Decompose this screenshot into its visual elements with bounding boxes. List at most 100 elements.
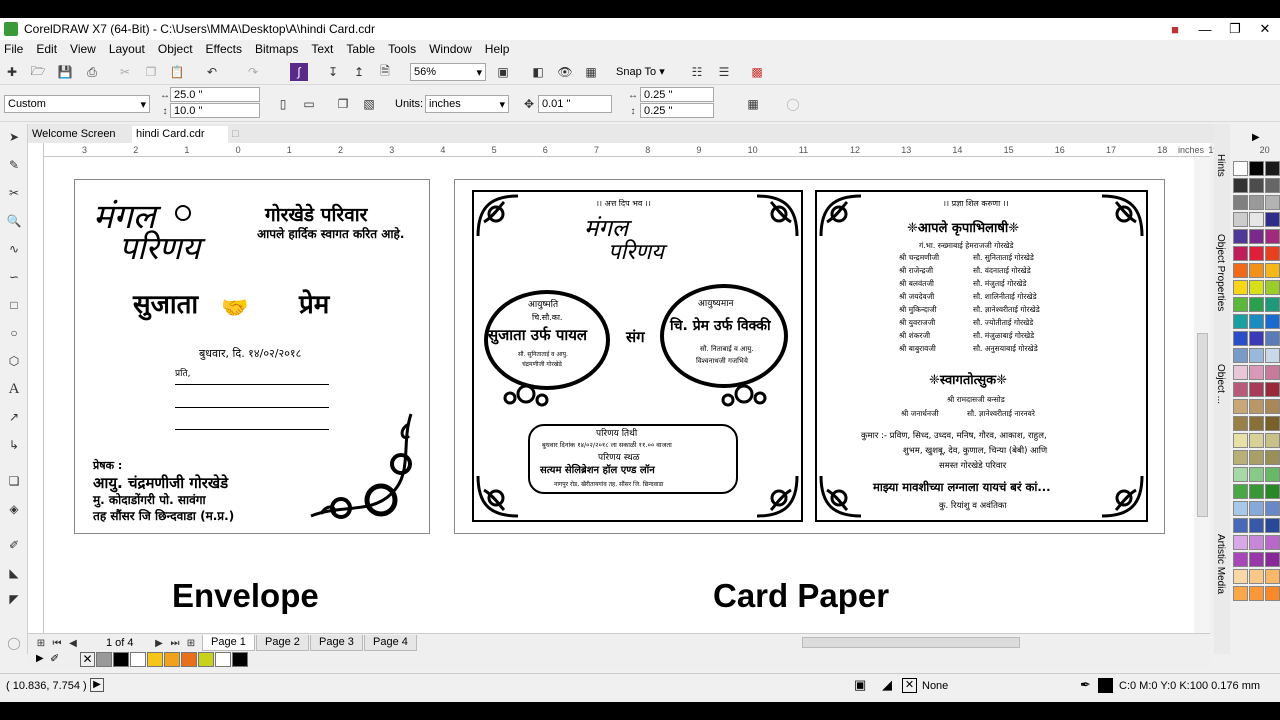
palette-swatch[interactable] <box>1249 416 1264 431</box>
palette-swatch[interactable] <box>1249 450 1264 465</box>
launch-icon[interactable]: ▩ <box>748 63 766 81</box>
minimize-button[interactable]: — <box>1190 20 1220 38</box>
user-icon[interactable]: ■ <box>1160 20 1190 38</box>
new-icon[interactable]: ✚ <box>3 63 21 81</box>
color-proof-icon[interactable]: ▣ <box>854 677 866 693</box>
palette-swatch[interactable] <box>1265 416 1280 431</box>
palette-swatch[interactable] <box>1249 229 1264 244</box>
transparency-tool-icon[interactable]: ◈ <box>5 500 23 518</box>
menu-edit[interactable]: Edit <box>36 42 57 56</box>
palette-swatch[interactable] <box>1233 552 1248 567</box>
palette-swatch[interactable] <box>1249 433 1264 448</box>
palette-swatch[interactable] <box>1265 229 1280 244</box>
drawing-scale-icon[interactable]: ◯ <box>784 95 802 113</box>
treat-as-filled-icon[interactable]: ▦ <box>744 95 762 113</box>
palette-swatch[interactable] <box>1233 501 1248 516</box>
palette-swatch[interactable] <box>1249 501 1264 516</box>
page-tab-1[interactable]: Page 1 <box>202 635 255 651</box>
palette-swatch[interactable] <box>1265 297 1280 312</box>
palette-swatch[interactable] <box>1249 212 1264 227</box>
save-icon[interactable]: 💾 <box>56 63 74 81</box>
palette-swatch[interactable] <box>1249 467 1264 482</box>
zoom-tool-icon[interactable]: 🔍 <box>5 212 23 230</box>
palette-swatch[interactable] <box>1233 450 1248 465</box>
document-palette-swatch[interactable] <box>113 652 129 667</box>
palette-swatch[interactable] <box>1265 212 1280 227</box>
units-dropdown[interactable]: inches ▾ <box>425 95 509 113</box>
palette-swatch[interactable] <box>1233 467 1248 482</box>
document-palette-swatch[interactable] <box>96 652 112 667</box>
export-icon[interactable]: ↥ <box>350 63 368 81</box>
palette-swatch[interactable] <box>1265 552 1280 567</box>
publish-pdf-icon[interactable]: 🗎 <box>376 63 394 81</box>
menu-table[interactable]: Table <box>346 42 375 56</box>
card-left-panel[interactable]: ।। अत्त दिप भव ।। मंगल परिणय आयुष्मति चि… <box>472 190 803 522</box>
palette-swatch[interactable] <box>1233 331 1248 346</box>
text-tool-icon[interactable]: A <box>5 380 23 398</box>
palette-swatch[interactable] <box>1265 484 1280 499</box>
vertical-scroll-thumb[interactable] <box>1197 333 1208 517</box>
palette-swatch[interactable] <box>1265 331 1280 346</box>
add-tool-icon[interactable]: ◯ <box>5 634 23 652</box>
paste-icon[interactable]: 📋 <box>168 63 186 81</box>
landscape-icon[interactable]: ▭ <box>300 95 318 113</box>
menu-tools[interactable]: Tools <box>388 42 416 56</box>
menu-effects[interactable]: Effects <box>206 42 242 56</box>
polygon-tool-icon[interactable]: ⬡ <box>5 352 23 370</box>
palette-swatch[interactable] <box>1233 433 1248 448</box>
pick-tool-icon[interactable]: ➤ <box>5 128 23 146</box>
open-icon[interactable]: 🗁 <box>29 63 47 81</box>
page-tab-2[interactable]: Page 2 <box>256 635 309 651</box>
palette-swatch[interactable] <box>1249 399 1264 414</box>
freehand-tool-icon[interactable]: ∿ <box>5 240 23 258</box>
document-palette-swatch[interactable] <box>181 652 197 667</box>
restore-button[interactable]: ❐ <box>1220 20 1250 38</box>
palette-swatch[interactable] <box>1249 178 1264 193</box>
docker-artistic-media[interactable]: Artistic Media <box>1215 534 1226 594</box>
no-color-swatch[interactable]: ✕ <box>80 652 95 667</box>
palette-swatch[interactable] <box>1249 297 1264 312</box>
palette-swatch[interactable] <box>1265 518 1280 533</box>
menu-bitmaps[interactable]: Bitmaps <box>255 42 298 56</box>
show-grid-icon[interactable]: ▦ <box>582 63 600 81</box>
crop-tool-icon[interactable]: ✂ <box>5 184 23 202</box>
palette-swatch[interactable] <box>1265 467 1280 482</box>
palette-swatch[interactable] <box>1249 263 1264 278</box>
zoom-to-page-icon[interactable]: ▣ <box>494 63 512 81</box>
palette-swatch[interactable] <box>1249 484 1264 499</box>
document-palette-swatch[interactable] <box>215 652 231 667</box>
play-icon[interactable]: ▶ <box>90 678 104 692</box>
palette-swatch[interactable] <box>1265 382 1280 397</box>
tab-hindi-card[interactable]: hindi Card.cdr <box>132 126 228 143</box>
palette-swatch[interactable] <box>1265 348 1280 363</box>
envelope-design[interactable]: मंगल परिणय गोरखेडे परिवार आपले हार्दिक स… <box>74 179 430 534</box>
palette-swatch[interactable] <box>1233 161 1248 176</box>
document-palette-swatch[interactable] <box>147 652 163 667</box>
menu-window[interactable]: Window <box>429 42 472 56</box>
menu-file[interactable]: File <box>4 42 23 56</box>
portrait-icon[interactable]: ▯ <box>274 95 292 113</box>
drawing-canvas[interactable]: मंगल परिणय गोरखेडे परिवार आपले हार्दिक स… <box>44 157 1194 633</box>
print-icon[interactable]: ⎙ <box>83 63 101 81</box>
palette-swatch[interactable] <box>1249 161 1264 176</box>
redo-icon[interactable]: ↷ <box>244 63 262 81</box>
palette-swatch[interactable] <box>1233 416 1248 431</box>
palette-swatch[interactable] <box>1233 484 1248 499</box>
all-pages-icon[interactable]: ❐ <box>334 95 352 113</box>
palette-swatch[interactable] <box>1249 348 1264 363</box>
nudge-distance-input[interactable]: 0.01 " <box>538 95 612 113</box>
palette-swatch[interactable] <box>1249 382 1264 397</box>
palette-swatch[interactable] <box>1233 382 1248 397</box>
page-height-input[interactable]: 10.0 " <box>170 103 260 118</box>
palette-swatch[interactable] <box>1233 586 1248 601</box>
new-tab-button[interactable]: □ <box>228 126 244 143</box>
palette-swatch[interactable] <box>1265 314 1280 329</box>
add-page-after-icon[interactable]: ⊞ <box>182 634 200 652</box>
palette-swatch[interactable] <box>1233 263 1248 278</box>
cut-icon[interactable]: ✂ <box>116 63 134 81</box>
menu-view[interactable]: View <box>70 42 96 56</box>
import-icon[interactable]: ↧ <box>324 63 342 81</box>
palette-swatch[interactable] <box>1233 365 1248 380</box>
snap-to-dropdown[interactable]: Snap To ▾ <box>616 65 665 78</box>
rectangle-tool-icon[interactable]: □ <box>5 296 23 314</box>
